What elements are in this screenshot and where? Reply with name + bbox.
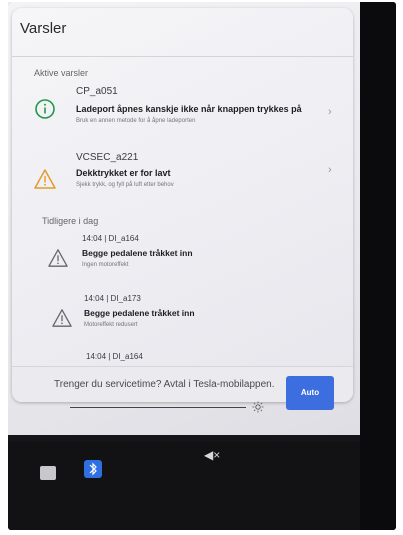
alert-subtitle: Sjekk trykk, og fyll på luft etter behov	[76, 182, 174, 188]
alert-code: 14:04 | DI_a173	[84, 294, 141, 303]
alert-item-cp-a051[interactable]: CP_a051 Ladeport åpnes kanskje ikke når …	[12, 80, 353, 140]
alert-item-di-a164-partial[interactable]: 14:04 | DI_a164	[12, 346, 353, 366]
alert-item-di-a164[interactable]: 14:04 | DI_a164 Begge pedalene tråkket i…	[12, 230, 353, 290]
sun-icon	[252, 401, 264, 413]
warning-triangle-icon	[48, 249, 68, 267]
bluetooth-icon[interactable]	[84, 460, 102, 478]
section-active-label: Aktive varsler	[34, 68, 89, 78]
alert-title: Ladeport åpnes kanskje ikke når knappen …	[76, 104, 302, 114]
screen-bezel	[360, 2, 396, 530]
alert-code: CP_a051	[76, 86, 118, 97]
warning-triangle-icon	[52, 309, 72, 327]
panel-title: Varsler	[20, 20, 67, 37]
chevron-right-icon: ›	[328, 106, 332, 118]
brightness-slider[interactable]	[70, 407, 246, 408]
alert-code: 14:04 | DI_a164	[82, 234, 139, 243]
warning-triangle-icon	[34, 169, 56, 189]
mute-icon[interactable]: ◀×	[204, 448, 220, 462]
auto-button[interactable]: Auto	[286, 376, 334, 410]
alert-item-di-a173[interactable]: 14:04 | DI_a173 Begge pedalene tråkket i…	[12, 288, 353, 348]
photo-frame: Varsler Aktive varsler CP_a051 Ladeport …	[8, 2, 396, 530]
chevron-right-icon: ›	[328, 164, 332, 176]
alert-subtitle: Ingen motoreffekt	[82, 262, 129, 268]
panel-divider	[12, 56, 353, 57]
alert-title: Begge pedalene tråkket inn	[82, 248, 193, 258]
alert-item-vcsec-a221[interactable]: VCSEC_a221 Dekktrykket er for lavt Sjekk…	[12, 146, 353, 206]
taskbar: ◀×	[8, 442, 360, 530]
service-text: Trenger du servicetime? Avtal i Tesla-mo…	[54, 379, 275, 390]
notifications-panel: Varsler Aktive varsler CP_a051 Ladeport …	[12, 8, 353, 402]
alert-subtitle: Bruk en annen metode for å åpne ladeport…	[76, 118, 196, 124]
app-icon[interactable]	[40, 466, 56, 480]
alert-title: Dekktrykket er for lavt	[76, 168, 171, 178]
alert-subtitle: Motoreffekt redusert	[84, 322, 138, 328]
alert-code: 14:04 | DI_a164	[86, 352, 143, 361]
info-circle-icon	[35, 99, 55, 119]
section-earlier-label: Tidligere i dag	[42, 216, 99, 226]
alert-title: Begge pedalene tråkket inn	[84, 308, 195, 318]
alert-code: VCSEC_a221	[76, 152, 139, 163]
